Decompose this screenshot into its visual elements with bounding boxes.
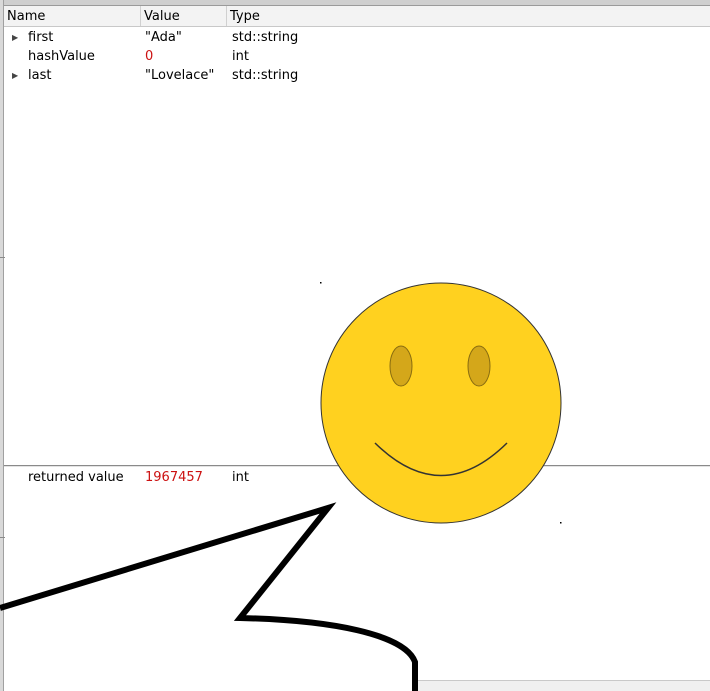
selection-handle (560, 522, 562, 524)
smiley-right-eye (467, 345, 491, 387)
smiley-left-eye (389, 345, 413, 387)
selection-handle (320, 282, 322, 284)
smiley-speech-bubble-overlay (0, 282, 562, 691)
debugger-window: Name Value Type ▶ first "Ada" std::strin… (0, 0, 710, 691)
smiley-face-icon (320, 282, 562, 524)
smiley-face-circle (320, 282, 562, 524)
speech-bubble-outline (0, 502, 418, 691)
